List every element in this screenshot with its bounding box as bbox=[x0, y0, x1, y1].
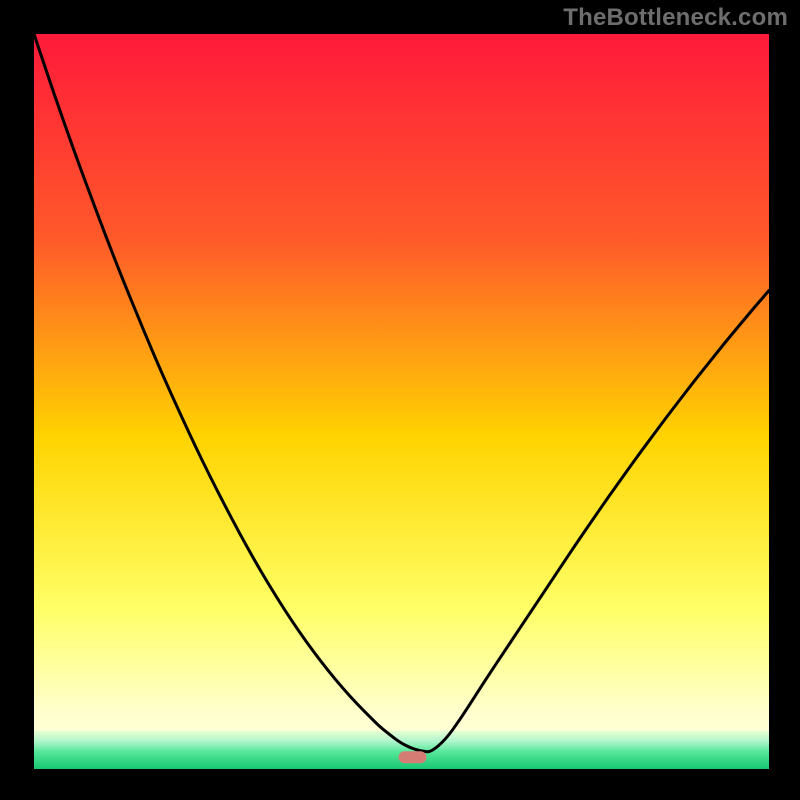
green-band bbox=[34, 731, 769, 769]
watermark-text: TheBottleneck.com bbox=[563, 4, 788, 32]
chart-frame: TheBottleneck.com bbox=[0, 0, 800, 800]
bottleneck-curve-chart bbox=[0, 0, 800, 800]
plot-area bbox=[34, 34, 769, 769]
minimum-marker bbox=[399, 751, 427, 763]
